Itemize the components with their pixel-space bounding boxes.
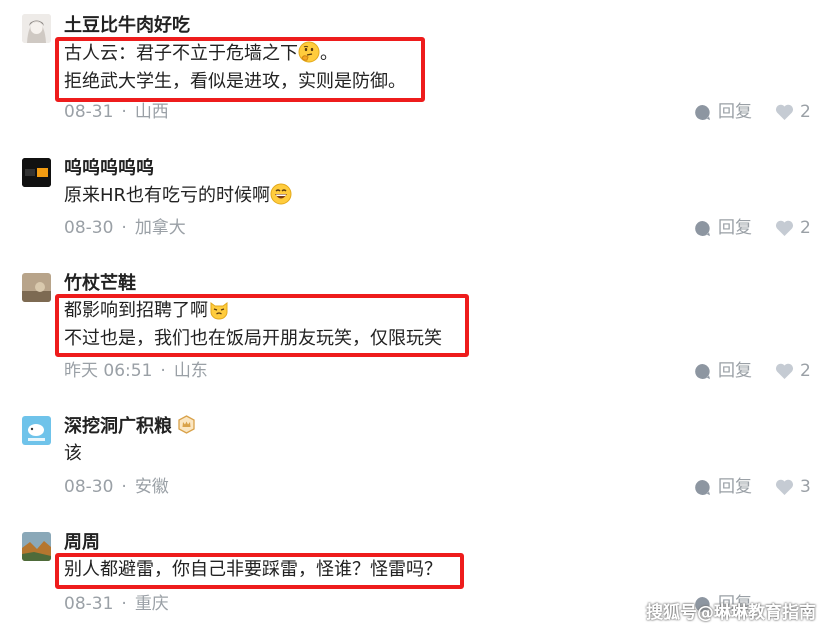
comment-text: 该: [64, 440, 82, 468]
heart-icon: [775, 220, 794, 236]
comment-meta: 08-31 · 重庆: [64, 592, 169, 616]
comment-meta: 08-30 · 加拿大: [64, 216, 186, 240]
comment-bubble-icon: [695, 220, 710, 236]
username[interactable]: 土豆比牛肉好吃: [64, 14, 190, 38]
comment-date: 昨天 06:51: [64, 361, 153, 381]
reply-label: 回复: [718, 102, 752, 122]
comment-location: 重庆: [134, 594, 169, 614]
grinning-face-icon: [270, 183, 292, 205]
crown-badge-icon: [178, 415, 195, 434]
username[interactable]: 呜呜呜呜呜: [64, 157, 154, 181]
comment-date: 08-31: [64, 102, 114, 122]
reply-label: 回复: [718, 218, 752, 238]
comment-bubble-icon: [695, 104, 710, 120]
username[interactable]: 深挖洞广积粮: [64, 415, 196, 439]
comment-date: 08-30: [64, 477, 114, 497]
username[interactable]: 周周: [64, 531, 100, 555]
avatar[interactable]: [22, 14, 51, 43]
reply-button[interactable]: 回复: [694, 100, 752, 124]
reply-button[interactable]: 回复: [694, 475, 752, 499]
meta-separator: ·: [121, 477, 127, 497]
watermark: 搜狐号@琳琳教育指南: [646, 603, 816, 623]
username-text: 深挖洞广积粮: [64, 416, 172, 437]
heart-icon: [775, 363, 794, 379]
meta-separator: ·: [160, 361, 166, 381]
avatar[interactable]: [22, 158, 51, 187]
like-button[interactable]: 2: [775, 100, 811, 124]
comment-location: 加拿大: [134, 218, 186, 238]
meta-separator: ·: [121, 594, 127, 614]
comment-line-text: 原来HR也有吃亏的时候啊: [64, 185, 271, 206]
username[interactable]: 竹杖芒鞋: [64, 272, 136, 296]
like-count: 3: [800, 477, 811, 497]
meta-separator: ·: [121, 102, 127, 122]
like-button[interactable]: 2: [775, 216, 811, 240]
comment-location: 山西: [134, 102, 169, 122]
like-button[interactable]: 2: [775, 359, 811, 383]
comment-line: 原来HR也有吃亏的时候啊: [64, 182, 292, 210]
comment-meta: 08-30 · 安徽: [64, 475, 169, 499]
avatar[interactable]: [22, 532, 51, 561]
reply-button[interactable]: 回复: [694, 359, 752, 383]
meta-separator: ·: [121, 218, 127, 238]
highlight-box: [55, 294, 469, 357]
like-button[interactable]: 3: [775, 475, 811, 499]
comment-bubble-icon: [695, 479, 710, 495]
comment-meta: 昨天 06:51 · 山东: [64, 359, 208, 383]
comment-text: 原来HR也有吃亏的时候啊: [64, 182, 292, 210]
highlight-box: [55, 553, 464, 589]
heart-icon: [775, 479, 794, 495]
comment-location: 安徽: [134, 477, 169, 497]
avatar[interactable]: [22, 416, 51, 445]
comment-meta: 08-31 · 山西: [64, 100, 169, 124]
comment-date: 08-31: [64, 594, 114, 614]
comment-line: 该: [64, 443, 82, 464]
comment-bubble-icon: [695, 363, 710, 379]
highlight-box: [55, 37, 425, 102]
heart-icon: [775, 104, 794, 120]
reply-label: 回复: [718, 361, 752, 381]
comment-date: 08-30: [64, 218, 114, 238]
like-count: 2: [800, 102, 811, 122]
avatar[interactable]: [22, 273, 51, 302]
reply-label: 回复: [718, 477, 752, 497]
like-count: 2: [800, 361, 811, 381]
like-count: 2: [800, 218, 811, 238]
comment-location: 山东: [173, 361, 208, 381]
reply-button[interactable]: 回复: [694, 216, 752, 240]
